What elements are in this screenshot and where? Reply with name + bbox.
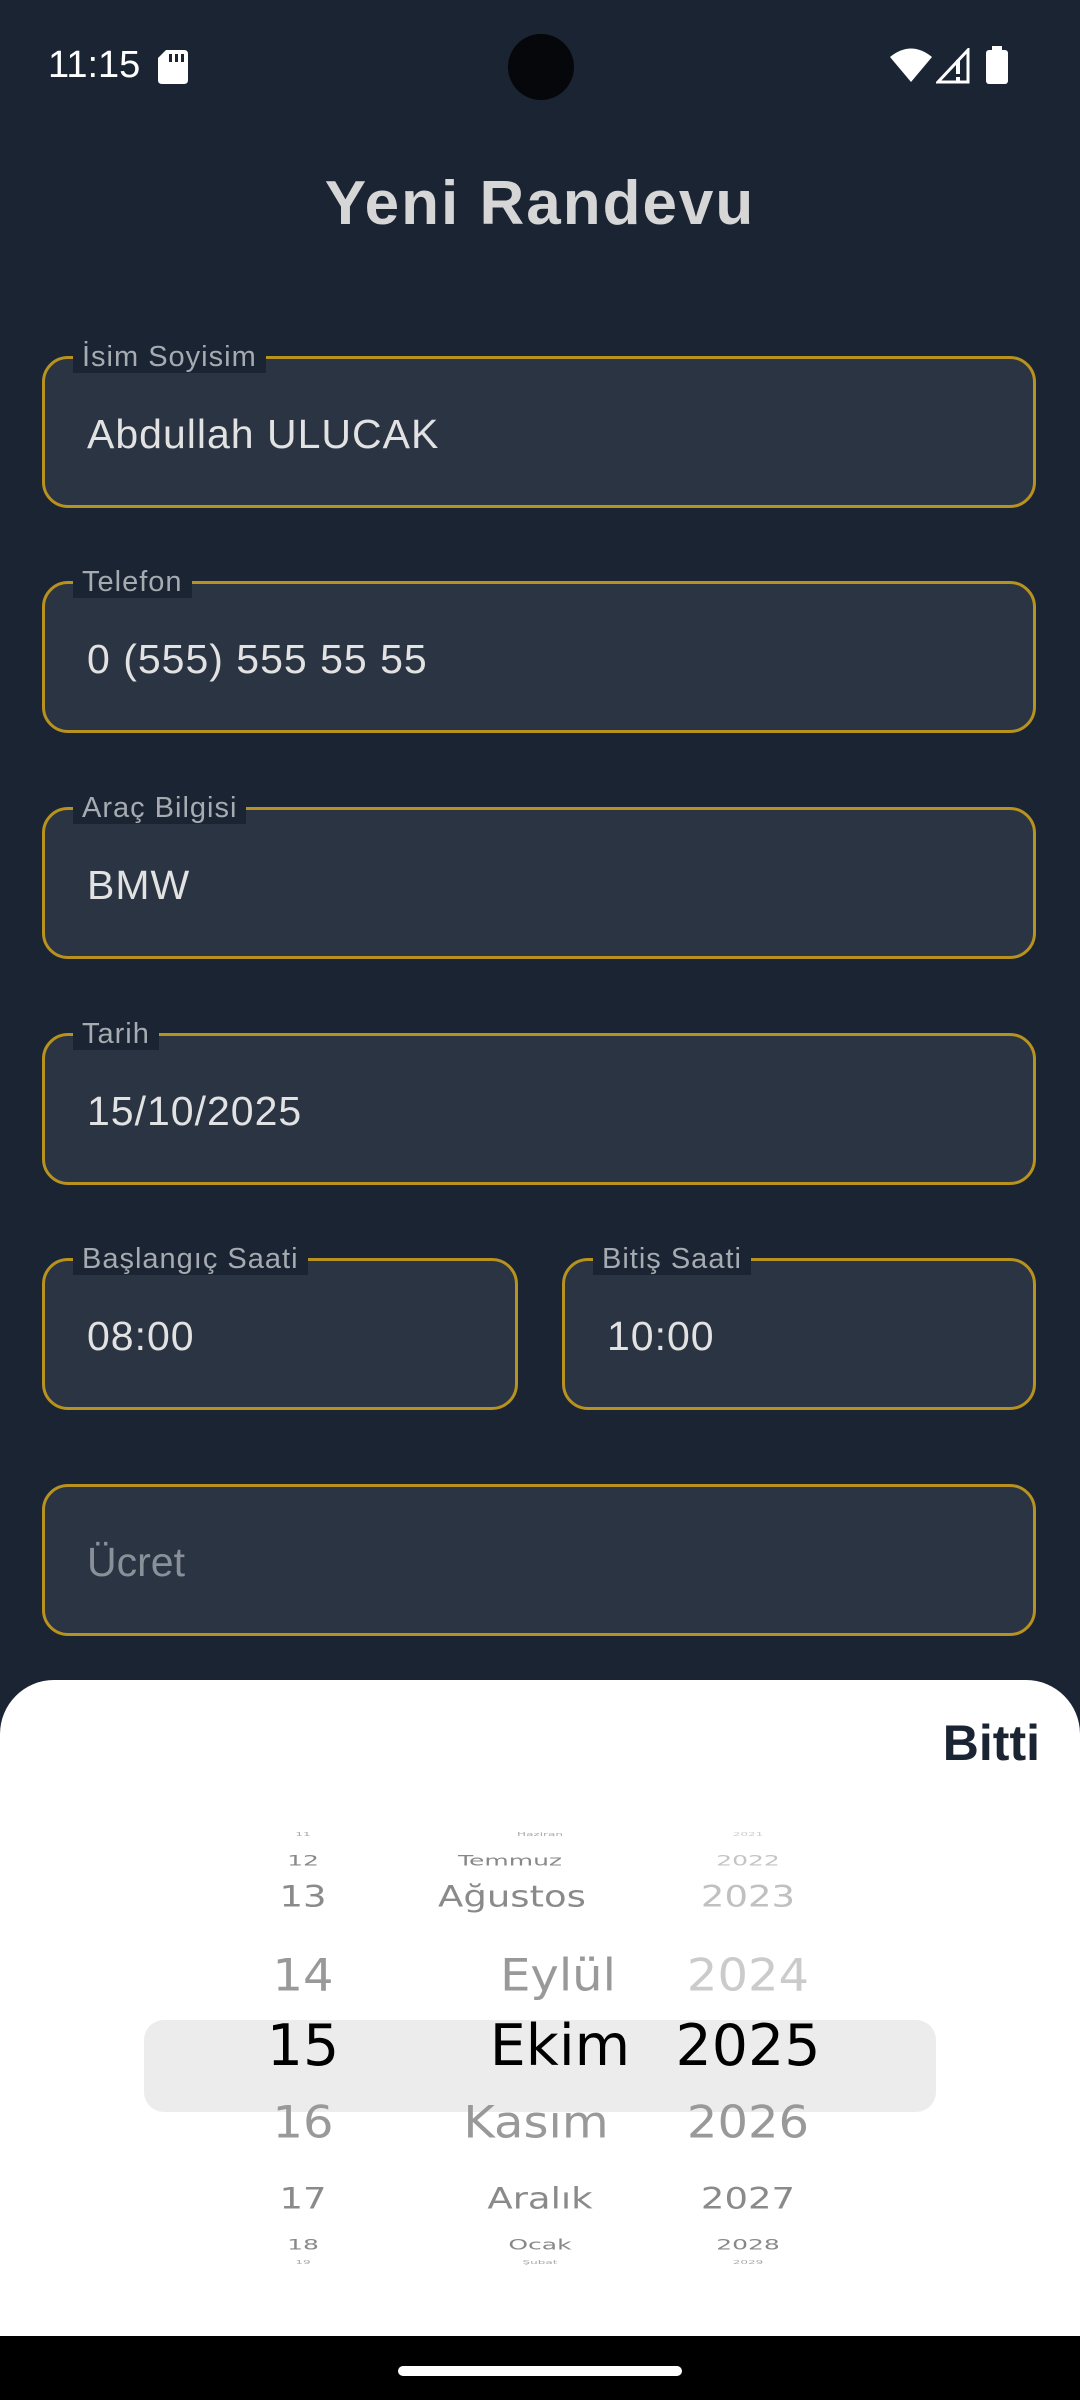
battery-icon <box>986 46 1008 84</box>
date-field-label: Tarih <box>73 1018 159 1050</box>
year-item[interactable]: 2028 <box>548 2236 948 2255</box>
vehicle-field[interactable]: Araç Bilgisi BMW <box>42 792 1036 959</box>
start-time-field-label: Başlangıç Saati <box>73 1243 308 1275</box>
wifi-icon <box>890 48 932 82</box>
end-time-field-label: Bitiş Saati <box>593 1243 751 1275</box>
name-field-value: Abdullah ULUCAK <box>87 411 440 457</box>
year-item[interactable]: 2023 <box>548 1880 948 1914</box>
end-time-field[interactable]: Bitiş Saati 10:00 <box>562 1243 1036 1410</box>
year-item[interactable]: 2024 <box>548 1950 948 2002</box>
fee-field[interactable]: Ücret <box>42 1484 1036 1636</box>
phone-field[interactable]: Telefon 0 (555) 555 55 55 <box>42 566 1036 733</box>
navigation-bar <box>0 2336 1080 2400</box>
year-item[interactable]: 2029 <box>548 2257 948 2268</box>
sd-card-icon <box>158 50 188 84</box>
end-time-field-value: 10:00 <box>607 1313 715 1359</box>
status-time: 11:15 <box>48 44 141 86</box>
signal-icon <box>936 48 970 84</box>
name-field-label: İsim Soyisim <box>73 341 266 373</box>
camera-cutout <box>508 34 574 100</box>
home-indicator[interactable] <box>398 2366 682 2376</box>
start-time-field-value: 08:00 <box>87 1313 195 1359</box>
date-field[interactable]: Tarih 15/10/2025 <box>42 1018 1036 1185</box>
name-field[interactable]: İsim Soyisim Abdullah ULUCAK <box>42 341 1036 508</box>
phone-field-value: 0 (555) 555 55 55 <box>87 636 428 682</box>
start-time-field[interactable]: Başlangıç Saati 08:00 <box>42 1243 518 1410</box>
year-item[interactable]: 2022 <box>548 1852 948 1871</box>
vehicle-field-label: Araç Bilgisi <box>73 792 247 824</box>
date-picker-sheet: Bitti 11 12 13 14 15 16 17 18 19 Haziran Temmuz Ağu… <box>0 1680 1080 2336</box>
done-button[interactable]: Bitti <box>943 1714 1040 1772</box>
vehicle-field-value: BMW <box>87 862 191 908</box>
year-item[interactable]: 2026 <box>548 2097 948 2149</box>
date-field-value: 15/10/2025 <box>87 1088 303 1134</box>
page-title: Yeni Randevu <box>324 169 756 238</box>
phone-field-label: Telefon <box>73 566 192 598</box>
year-item[interactable]: 2021 <box>548 1830 948 1839</box>
fee-field-placeholder: Ücret <box>87 1539 185 1585</box>
year-item[interactable]: 2027 <box>548 2182 948 2216</box>
year-item-selected[interactable]: 2025 <box>548 2006 948 2086</box>
status-bar: 11:15 <box>0 0 1080 130</box>
date-picker-wheel[interactable]: 11 12 13 14 15 16 17 18 19 Haziran Temmuz Ağustos Ey… <box>0 1830 1080 2286</box>
